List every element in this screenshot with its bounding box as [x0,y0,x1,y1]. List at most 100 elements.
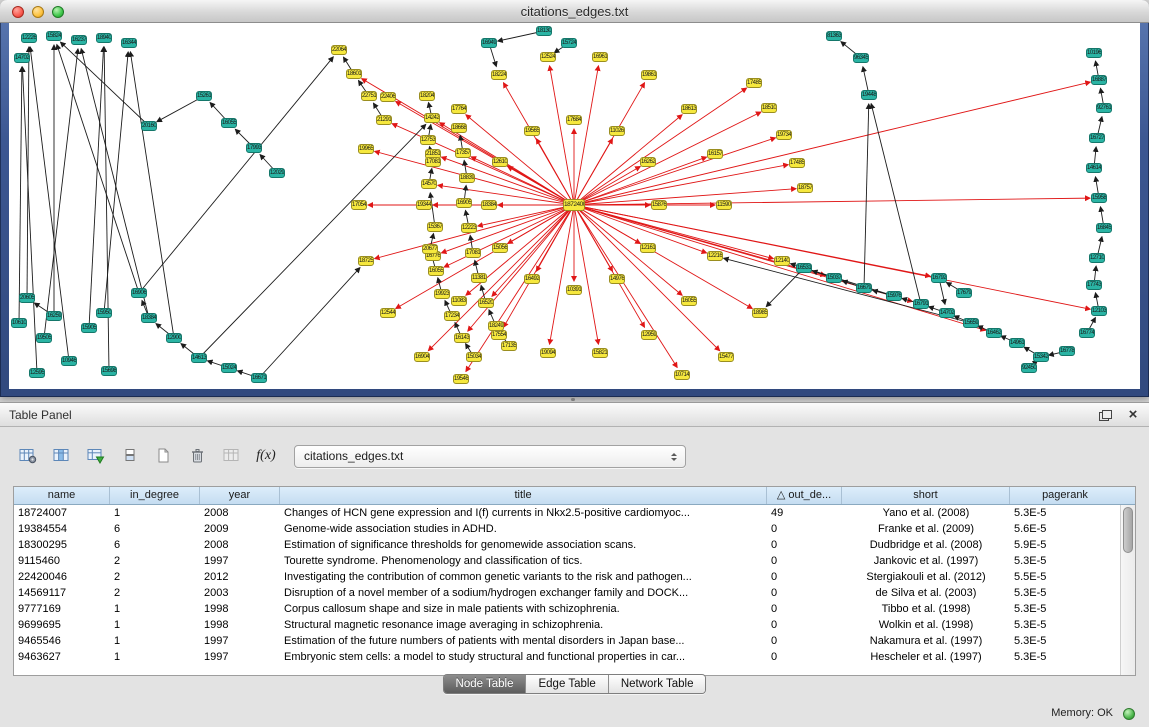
graph-node[interactable]: 15976025 [886,291,902,301]
graph-node[interactable]: 18985734 [752,308,768,318]
graph-node[interactable]: 12223159 [461,223,477,233]
graph-node[interactable]: 16262207 [640,157,656,167]
graph-node[interactable]: 14976160 [609,274,625,284]
graph-node[interactable]: 14702039 [14,53,30,63]
graph-node[interactable]: 17357073 [455,148,471,158]
graph-node[interactable]: 16671075 [251,373,267,383]
graph-node[interactable]: 18613067 [681,104,697,114]
graph-node[interactable]: 16887954 [1091,75,1107,85]
graph-node[interactable]: 16237556 [71,35,87,45]
graph-node[interactable]: 12226108 [21,33,37,43]
graph-node[interactable]: 15724768 [561,38,577,48]
graph-node[interactable]: 16143272 [454,333,470,343]
graph-node[interactable]: 15477542 [718,352,734,362]
table-row[interactable]: 1456911722003Disruption of a novel membe… [14,585,1120,601]
graph-node[interactable]: 18724007 [563,199,585,211]
graph-node[interactable]: 16961426 [592,52,608,62]
graph-node[interactable]: 20677014 [422,244,438,254]
select-columns-button[interactable] [48,443,76,469]
graph-node[interactable]: 10196371 [1086,48,1102,58]
graph-node[interactable]: 19923871 [434,289,450,299]
graph-node[interactable]: 12524536 [540,52,556,62]
create-table-button[interactable] [150,443,178,469]
table-row[interactable]: 911546021997Tourette syndrome. Phenomeno… [14,553,1120,569]
graph-node[interactable]: 10391209 [566,285,582,295]
scrollbar-thumb[interactable] [1123,507,1133,553]
function-builder-button[interactable]: f(x) [252,443,280,469]
graph-node[interactable]: 15024419 [221,363,237,373]
tab-network-table[interactable]: Network Table [608,675,706,693]
graph-node[interactable]: 18204098 [419,91,435,101]
table-row[interactable]: 1938455462009Genome-wide association stu… [14,521,1120,537]
table-row[interactable]: 946362711997Embryonic stem cells: a mode… [14,649,1120,665]
graph-node[interactable]: 12900857 [166,333,182,343]
graph-node[interactable]: 16906128 [131,288,147,298]
graph-node[interactable]: 14613971 [191,353,207,363]
graph-node[interactable]: 16679497 [856,283,872,293]
column-header-name[interactable]: name [14,487,110,504]
column-header-short[interactable]: short [842,487,1010,504]
graph-node[interactable]: 16774005 [1079,328,1095,338]
float-panel-button[interactable] [1097,407,1113,423]
graph-node[interactable]: 16259998 [46,311,62,321]
graph-node[interactable]: 19094064 [540,348,556,358]
graph-node[interactable]: 11083270 [451,296,467,306]
graph-node[interactable]: 15905166 [81,323,97,333]
graph-node[interactable]: 17684544 [566,115,582,125]
graph-node[interactable]: 15037601 [826,273,842,283]
graph-node[interactable]: 18668039 [451,123,467,133]
table-selector-dropdown[interactable]: citations_edges.txt [294,445,686,468]
graph-node[interactable]: 14570704 [421,179,437,189]
graph-node[interactable]: 9245062 [1021,363,1037,373]
graph-node[interactable]: 17135278 [501,341,517,351]
row-operations-button[interactable] [116,443,144,469]
graph-node[interactable]: 14702877 [939,308,955,318]
window-titlebar[interactable]: citations_edges.txt [0,0,1149,23]
graph-node[interactable]: 17054721 [351,200,367,210]
graph-node[interactable]: 16792812 [931,273,947,283]
graph-node[interactable]: 9276174 [1096,103,1112,113]
graph-node[interactable]: 18940731 [96,33,112,43]
close-panel-button[interactable]: × [1125,407,1141,423]
import-table-button[interactable] [82,443,110,469]
graph-node[interactable]: 12029063 [269,168,285,178]
graph-node[interactable]: 11590988 [716,200,732,210]
graph-node[interactable]: 10946892 [61,356,77,366]
graph-node[interactable]: 17764084 [451,104,467,114]
graph-node[interactable]: 16055361 [428,266,444,276]
graph-node[interactable]: 16727893 [1089,133,1105,143]
graph-node[interactable]: 18384457 [141,313,157,323]
graph-node[interactable]: 16055709 [681,296,697,306]
graph-node[interactable]: 19965718 [358,144,374,154]
graph-node[interactable]: 18224083 [491,70,507,80]
graph-node[interactable]: 12710054 [1089,253,1105,263]
graph-node[interactable]: 15876793 [651,200,667,210]
tab-edge-table[interactable]: Edge Table [525,675,607,693]
graph-node[interactable]: 21291564 [376,115,392,125]
graph-node[interactable]: 22406331 [380,92,396,102]
graph-node[interactable]: 15034952 [466,352,482,362]
graph-node[interactable]: 11026749 [609,126,625,136]
graph-node[interactable]: 14961559 [1009,338,1025,348]
graph-node[interactable]: 12140781 [774,256,790,266]
graph-node[interactable]: 16462733 [986,328,1002,338]
graph-node[interactable]: 17081983 [425,157,441,167]
delete-table-button[interactable] [184,443,212,469]
graph-node[interactable]: 18249169 [488,321,504,331]
graph-node[interactable]: 16055118 [221,118,237,128]
graph-node[interactable]: 14242008 [424,113,440,123]
graph-node[interactable]: 15367057 [427,222,443,232]
graph-node[interactable]: 16520824 [478,298,494,308]
graph-node[interactable]: 19505919 [36,333,52,343]
graph-node[interactable]: 11381111 [471,273,487,283]
graph-node[interactable]: 18384588 [481,200,497,210]
graph-node[interactable]: 16157276 [707,149,723,159]
graph-node[interactable]: 12959427 [641,330,657,340]
column-header-out-de[interactable]: △ out_de... [767,487,842,504]
graph-node[interactable]: 15342703 [1033,352,1049,362]
graph-node[interactable]: 19344640 [416,200,432,210]
table-row[interactable]: 2242004622012Investigating the contribut… [14,569,1120,585]
graph-node[interactable]: 12753090 [420,135,436,145]
graph-node[interactable]: 17485308 [789,158,805,168]
graph-node[interactable]: 22751004 [361,91,377,101]
